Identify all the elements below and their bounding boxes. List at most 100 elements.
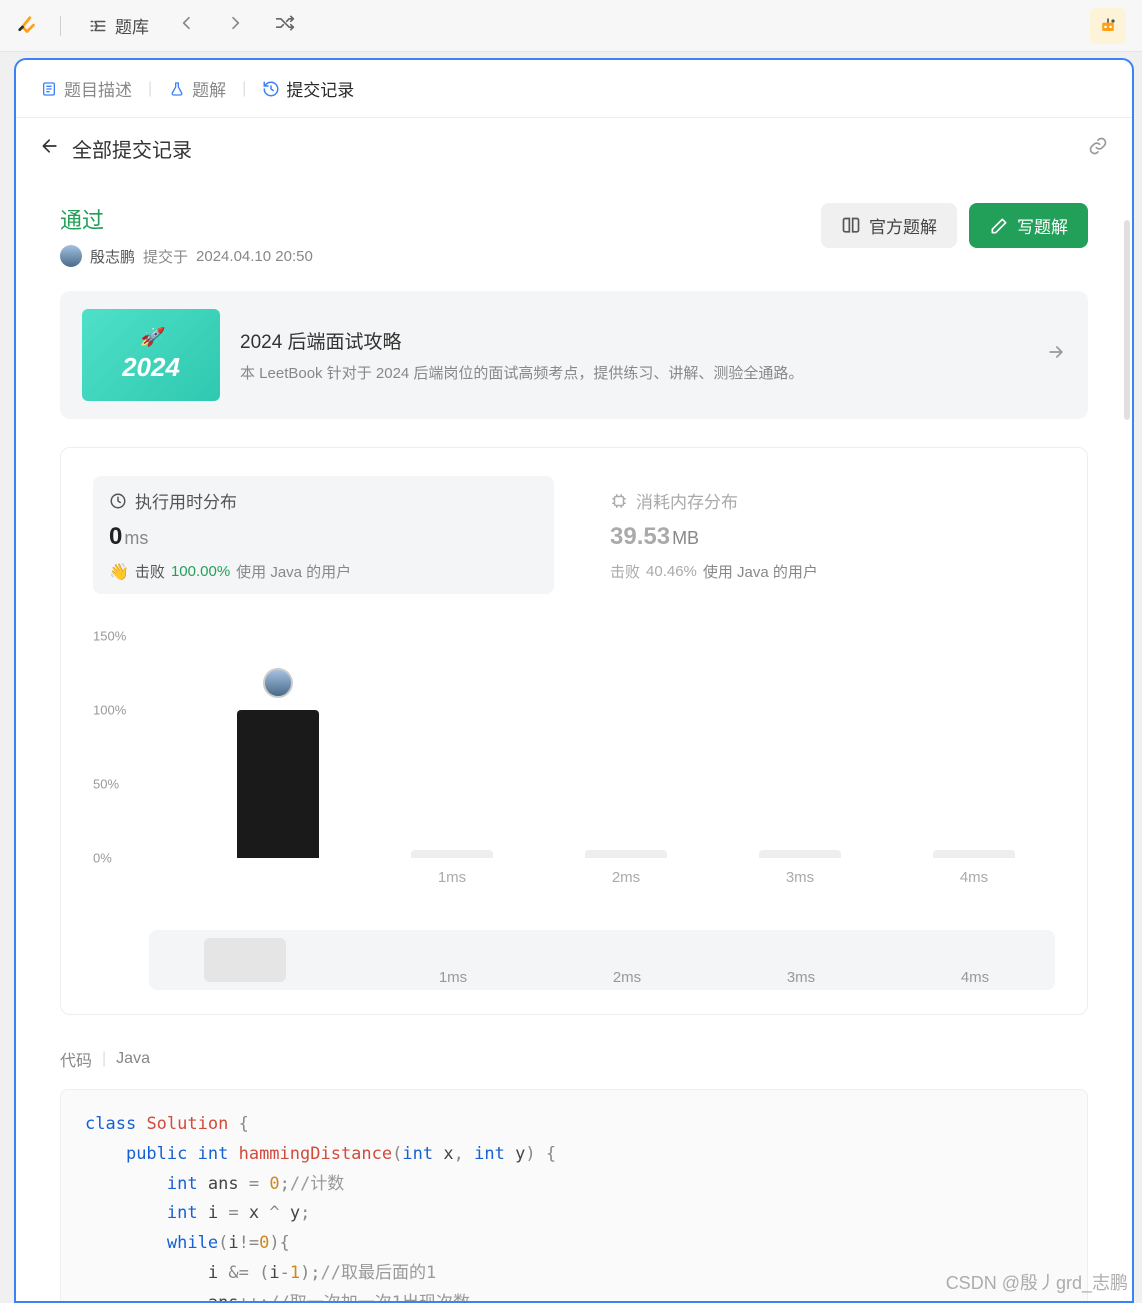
chart-bar[interactable] <box>759 850 841 858</box>
promo-year: 2024 <box>122 352 180 383</box>
copy-link-button[interactable] <box>1088 136 1108 162</box>
description-icon <box>40 80 58 98</box>
memory-beats-row: 击败 40.46% 使用 Java 的用户 <box>610 561 1039 582</box>
chart-scrub[interactable]: 1ms 2ms 3ms 4ms <box>149 930 1055 990</box>
x-label: 1ms <box>438 869 466 886</box>
memory-value: 39.53 <box>610 523 670 550</box>
scrub-handle[interactable] <box>204 938 286 982</box>
code-separator: | <box>102 1050 106 1068</box>
stats-card: 执行用时分布 0ms 👋 击败 100.00% 使用 Java 的用户 <box>60 447 1088 1015</box>
promo-text: 2024 后端面试攻略 本 LeetBook 针对于 2024 后端岗位的面试高… <box>240 327 1026 383</box>
runtime-value: 0 <box>109 523 122 550</box>
runtime-beats-row: 👋 击败 100.00% 使用 Java 的用户 <box>109 561 538 582</box>
y-tick: 100% <box>93 703 126 718</box>
status-left: 通过 殷志鹏 提交于 2024.04.10 20:50 <box>60 203 313 267</box>
runtime-label: 执行用时分布 <box>135 488 237 513</box>
submission-status-row: 通过 殷志鹏 提交于 2024.04.10 20:50 官方题解 写题解 <box>60 203 1088 267</box>
memory-tab[interactable]: 消耗内存分布 39.53MB 击败 40.46% 使用 Java 的用户 <box>594 476 1055 594</box>
promo-desc: 本 LeetBook 针对于 2024 后端岗位的面试高频考点，提供练习、讲解、… <box>240 362 1026 383</box>
official-solution-label: 官方题解 <box>869 213 937 238</box>
code-header-code: 代码 <box>60 1047 92 1071</box>
write-solution-button[interactable]: 写题解 <box>969 203 1088 248</box>
memory-label-row: 消耗内存分布 <box>610 488 1039 513</box>
promo-card[interactable]: 🚀 2024 2024 后端面试攻略 本 LeetBook 针对于 2024 后… <box>60 291 1088 419</box>
back-button[interactable] <box>40 136 60 162</box>
page-title: 全部提交记录 <box>72 134 1076 163</box>
write-solution-label: 写题解 <box>1017 213 1068 238</box>
y-tick: 150% <box>93 629 126 644</box>
runtime-beats-pct: 100.00% <box>171 563 230 580</box>
submitted-time: 2024.04.10 20:50 <box>196 248 313 265</box>
stats-tabs: 执行用时分布 0ms 👋 击败 100.00% 使用 Java 的用户 <box>93 476 1055 594</box>
runtime-unit: ms <box>124 528 148 548</box>
chart-bar[interactable] <box>411 850 493 858</box>
tab-description-label: 题目描述 <box>64 76 132 101</box>
rocket-icon: 🚀 <box>140 327 162 348</box>
content-area: 通过 殷志鹏 提交于 2024.04.10 20:50 官方题解 写题解 <box>16 179 1132 1301</box>
chip-icon <box>610 492 628 510</box>
x-label: 2ms <box>612 869 640 886</box>
tab-separator: | <box>242 80 246 98</box>
history-icon <box>262 80 280 98</box>
runtime-using: 使用 Java 的用户 <box>236 561 351 582</box>
runtime-tab[interactable]: 执行用时分布 0ms 👋 击败 100.00% 使用 Java 的用户 <box>93 476 554 594</box>
memory-using: 使用 Java 的用户 <box>703 561 818 582</box>
random-problem-button[interactable] <box>265 9 305 43</box>
wave-icon: 👋 <box>109 562 129 582</box>
avatar[interactable] <box>60 245 82 267</box>
chart-bar[interactable] <box>237 710 319 858</box>
chart-user-marker[interactable] <box>263 668 293 698</box>
chart-bar[interactable] <box>585 850 667 858</box>
runtime-label-row: 执行用时分布 <box>109 488 538 513</box>
chart-area: 1ms 2ms 3ms 4ms <box>163 636 1045 858</box>
tab-solution-label: 题解 <box>192 76 226 101</box>
tab-description[interactable]: 题目描述 <box>34 72 138 105</box>
submission-info: 殷志鹏 提交于 2024.04.10 20:50 <box>60 245 313 267</box>
status-title: 通过 <box>60 203 313 235</box>
problem-list-button[interactable]: 题库 <box>81 9 157 42</box>
username[interactable]: 殷志鹏 <box>90 246 135 267</box>
memory-unit: MB <box>672 528 699 548</box>
memory-label: 消耗内存分布 <box>636 488 738 513</box>
problem-list-label: 题库 <box>115 13 149 38</box>
x-label: 4ms <box>960 869 988 886</box>
main-panel: 题目描述 | 题解 | 提交记录 全部提交记录 通 <box>14 58 1134 1303</box>
promo-image: 🚀 2024 <box>82 309 220 401</box>
leetcode-logo[interactable] <box>16 14 40 38</box>
edit-icon <box>989 216 1009 236</box>
tab-submissions-label: 提交记录 <box>286 76 354 101</box>
top-right <box>1090 8 1126 44</box>
ai-assistant-button[interactable] <box>1090 8 1126 44</box>
arrow-right-icon <box>1046 342 1066 368</box>
x-label: 3ms <box>786 869 814 886</box>
code-block[interactable]: class Solution { public int hammingDista… <box>60 1089 1088 1301</box>
y-tick: 50% <box>93 777 119 792</box>
scrollbar[interactable] <box>1124 220 1130 420</box>
official-solution-button[interactable]: 官方题解 <box>821 203 957 248</box>
top-bar: 题库 <box>0 0 1142 52</box>
chart-bar[interactable] <box>933 850 1015 858</box>
prev-problem-button[interactable] <box>169 10 205 41</box>
code-header: 代码 | Java <box>60 1047 1088 1071</box>
beats-label-mem: 击败 <box>610 561 640 582</box>
panel-tabs: 题目描述 | 题解 | 提交记录 <box>16 60 1132 118</box>
divider <box>60 16 61 36</box>
next-problem-button[interactable] <box>217 10 253 41</box>
memory-beats-pct: 40.46% <box>646 563 697 580</box>
promo-title: 2024 后端面试攻略 <box>240 327 1026 354</box>
page-header: 全部提交记录 <box>16 118 1132 179</box>
tab-separator: | <box>148 80 152 98</box>
scrub-label: 4ms <box>961 969 989 986</box>
book-icon <box>841 216 861 236</box>
robot-icon <box>1098 16 1118 36</box>
y-tick: 0% <box>93 851 112 866</box>
scrub-label: 3ms <box>787 969 815 986</box>
scrub-label: 1ms <box>439 969 467 986</box>
code-header-lang: Java <box>116 1050 150 1068</box>
list-icon <box>89 17 107 35</box>
submitted-prefix: 提交于 <box>143 246 188 267</box>
runtime-chart: 150% 100% 50% 0% 1ms 2ms 3ms 4ms <box>93 618 1055 888</box>
tab-solution[interactable]: 题解 <box>162 72 232 105</box>
scrub-label: 2ms <box>613 969 641 986</box>
tab-submissions[interactable]: 提交记录 <box>256 72 360 105</box>
